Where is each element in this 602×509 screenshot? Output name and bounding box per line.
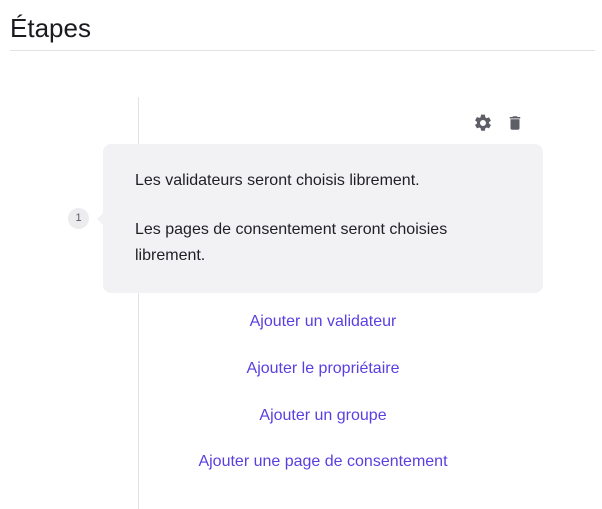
gear-icon[interactable] [472, 112, 494, 134]
step-number-badge: 1 [68, 208, 89, 229]
add-owner-link[interactable]: Ajouter le propriétaire [139, 358, 507, 380]
add-validator-link[interactable]: Ajouter un validateur [139, 311, 507, 333]
trash-icon[interactable] [504, 112, 526, 134]
step-consent-pages-text: Les pages de consentement seront choisie… [135, 221, 448, 264]
page-title: Étapes [10, 13, 91, 43]
step-validators-text: Les validateurs seront choisis librement… [135, 172, 420, 189]
add-group-link[interactable]: Ajouter un groupe [139, 405, 507, 427]
step-card[interactable]: Les validateurs seront choisis librement… [97, 144, 543, 293]
title-divider [10, 50, 595, 51]
add-consent-page-link[interactable]: Ajouter une page de consentement [139, 451, 507, 473]
step-actions [472, 112, 526, 134]
